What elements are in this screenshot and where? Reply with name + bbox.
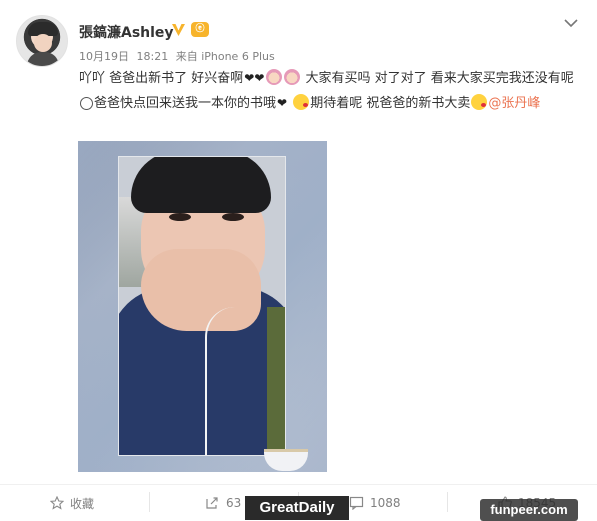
share-icon bbox=[206, 497, 218, 509]
photo-backpack-strap bbox=[267, 307, 285, 455]
kiss-emoji-icon bbox=[471, 94, 488, 110]
action-separator bbox=[149, 492, 150, 512]
comment-icon bbox=[349, 496, 364, 510]
heart-emoji-icon: ❤❤ bbox=[244, 71, 265, 85]
mention-link[interactable]: @张丹峰 bbox=[488, 96, 540, 111]
favorite-label: 收藏 bbox=[70, 496, 95, 511]
photo-portrait bbox=[118, 156, 286, 456]
avatar[interactable] bbox=[16, 15, 68, 67]
girl-emoji-icon bbox=[266, 69, 283, 85]
greatdaily-watermark: GreatDaily bbox=[245, 496, 349, 520]
smile-emoji-icon bbox=[80, 97, 93, 110]
comment-button[interactable]: 1088 bbox=[349, 494, 401, 512]
funpeer-watermark: funpeer.com bbox=[480, 499, 578, 521]
repost-count: 63 bbox=[226, 496, 242, 510]
username-link[interactable]: 張鎬濂Ashley bbox=[79, 22, 174, 42]
post-meta: 10月19日 18:21 来自 iPhone 6 Plus bbox=[79, 48, 279, 64]
action-divider bbox=[0, 484, 597, 485]
heart-emoji-icon: ❤ bbox=[277, 96, 288, 110]
photo-eye bbox=[169, 213, 191, 221]
photo-eye bbox=[222, 213, 244, 221]
girl-emoji-icon bbox=[284, 69, 301, 85]
post-content: 吖吖 爸爸出新书了 好兴奋啊❤❤ 大家有买吗 对了对了 看来大家买完我还没有呢 … bbox=[79, 66, 579, 116]
chevron-down-icon[interactable] bbox=[562, 16, 580, 30]
favorite-button[interactable]: 收藏 bbox=[50, 494, 94, 512]
photo-earphone-wire bbox=[205, 307, 245, 455]
post-text-part: 大家有买吗 对了对了 看来大家买完我还没有呢 bbox=[305, 71, 574, 86]
repost-button[interactable]: 63 bbox=[205, 494, 241, 512]
post-date[interactable]: 10月19日 bbox=[79, 50, 129, 63]
verified-v-icon bbox=[172, 24, 185, 36]
post-photo[interactable] bbox=[78, 141, 327, 472]
action-separator bbox=[447, 492, 448, 512]
post-time[interactable]: 18:21 bbox=[137, 50, 169, 63]
avatar-face bbox=[34, 34, 52, 52]
vip-badge[interactable]: ⓔ bbox=[191, 22, 209, 37]
photo-hair bbox=[131, 157, 271, 213]
star-icon bbox=[50, 496, 64, 510]
post-text-part: 爸爸快点回来送我一本你的书哦 bbox=[94, 96, 277, 111]
avatar-body bbox=[27, 52, 59, 66]
weibo-post-card: 張鎬濂Ashley ⓔ 10月19日 18:21 来自 iPhone 6 Plu… bbox=[0, 0, 597, 521]
post-text-part: 吖吖 爸爸出新书了 好兴奋啊 bbox=[79, 71, 244, 86]
post-text-part: 期待着呢 祝爸爸的新书大卖 bbox=[310, 96, 471, 111]
kiss-emoji-icon bbox=[293, 94, 310, 110]
post-source: 来自 iPhone 6 Plus bbox=[175, 50, 275, 63]
comment-count: 1088 bbox=[370, 496, 401, 510]
